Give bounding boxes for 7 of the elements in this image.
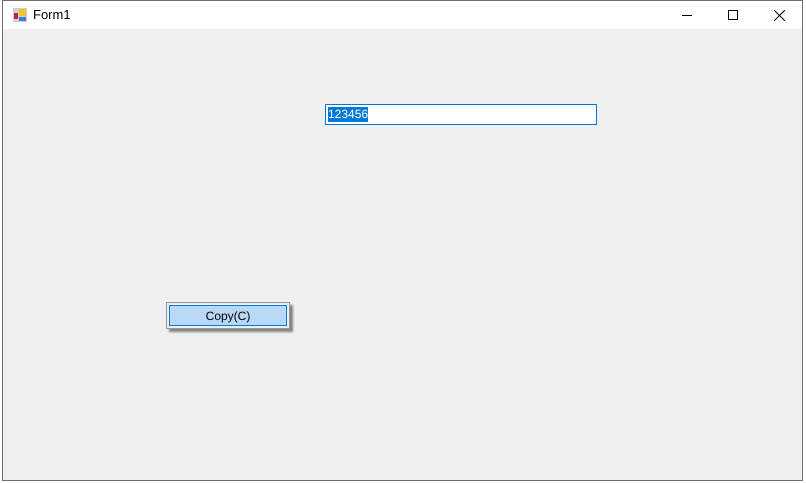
window-title: Form1: [33, 6, 71, 24]
text-field[interactable]: 123456: [325, 104, 597, 125]
field-value: 123456: [328, 107, 368, 122]
menu-item[interactable]: Copy(C): [169, 305, 287, 326]
maximize-icon: [728, 10, 738, 20]
app-icon: [13, 8, 27, 22]
close-icon: [774, 10, 784, 20]
